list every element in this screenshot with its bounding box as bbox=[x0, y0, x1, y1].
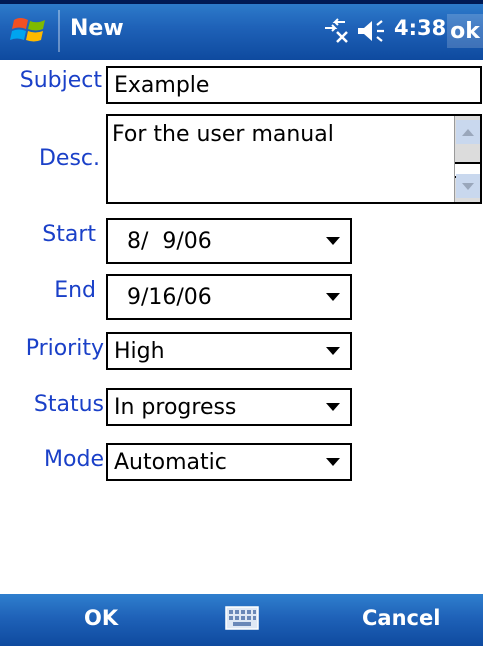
ok-title-button[interactable]: ok bbox=[447, 14, 483, 48]
end-date-picker[interactable]: 9/16/06 bbox=[106, 274, 352, 320]
chevron-down-icon bbox=[326, 458, 340, 466]
scroll-up-arrow-icon bbox=[462, 128, 474, 136]
clock[interactable]: 4:38 bbox=[394, 16, 446, 40]
desc-scrollbar[interactable] bbox=[454, 116, 480, 202]
chevron-down-icon bbox=[326, 293, 340, 301]
desc-label: Desc. bbox=[38, 146, 100, 171]
subject-label: Subject bbox=[19, 68, 102, 93]
ok-softkey[interactable]: OK bbox=[84, 606, 118, 630]
scroll-up-button[interactable] bbox=[456, 120, 480, 144]
priority-select[interactable]: High bbox=[106, 332, 352, 370]
priority-label: Priority bbox=[25, 336, 104, 361]
window-title: New bbox=[70, 16, 124, 41]
status-value: In progress bbox=[114, 394, 237, 420]
status-label: Status bbox=[33, 392, 104, 417]
start-date-picker[interactable]: 8/ 9/06 bbox=[106, 218, 352, 264]
desc-textarea[interactable]: For the user manual bbox=[106, 114, 482, 204]
title-bar: New 4:38 ok bbox=[0, 0, 483, 60]
end-label: End bbox=[54, 278, 96, 303]
priority-value: High bbox=[114, 338, 165, 364]
cancel-softkey[interactable]: Cancel bbox=[362, 606, 440, 630]
windows-flag-icon[interactable] bbox=[10, 14, 50, 48]
mode-label: Mode bbox=[44, 447, 104, 472]
connectivity-icon[interactable] bbox=[321, 18, 351, 44]
title-bar-edge bbox=[0, 0, 483, 4]
subject-input[interactable]: Example bbox=[106, 66, 482, 104]
start-value: 8/ 9/06 bbox=[120, 228, 212, 254]
softkey-bar: OK Cancel bbox=[0, 594, 483, 646]
keyboard-icon[interactable] bbox=[225, 606, 259, 630]
scroll-down-arrow-icon bbox=[462, 182, 474, 190]
mode-select[interactable]: Automatic bbox=[106, 443, 352, 481]
end-value: 9/16/06 bbox=[120, 284, 212, 310]
subject-value: Example bbox=[114, 72, 210, 98]
mode-value: Automatic bbox=[114, 449, 227, 475]
chevron-down-icon bbox=[326, 403, 340, 411]
start-label: Start bbox=[42, 222, 96, 247]
desc-value: For the user manual bbox=[112, 122, 334, 147]
chevron-down-icon bbox=[326, 347, 340, 355]
chevron-down-icon bbox=[326, 237, 340, 245]
speaker-icon[interactable] bbox=[356, 18, 390, 44]
status-select[interactable]: In progress bbox=[106, 388, 352, 426]
title-separator bbox=[58, 10, 60, 52]
scroll-down-button[interactable] bbox=[456, 174, 480, 198]
